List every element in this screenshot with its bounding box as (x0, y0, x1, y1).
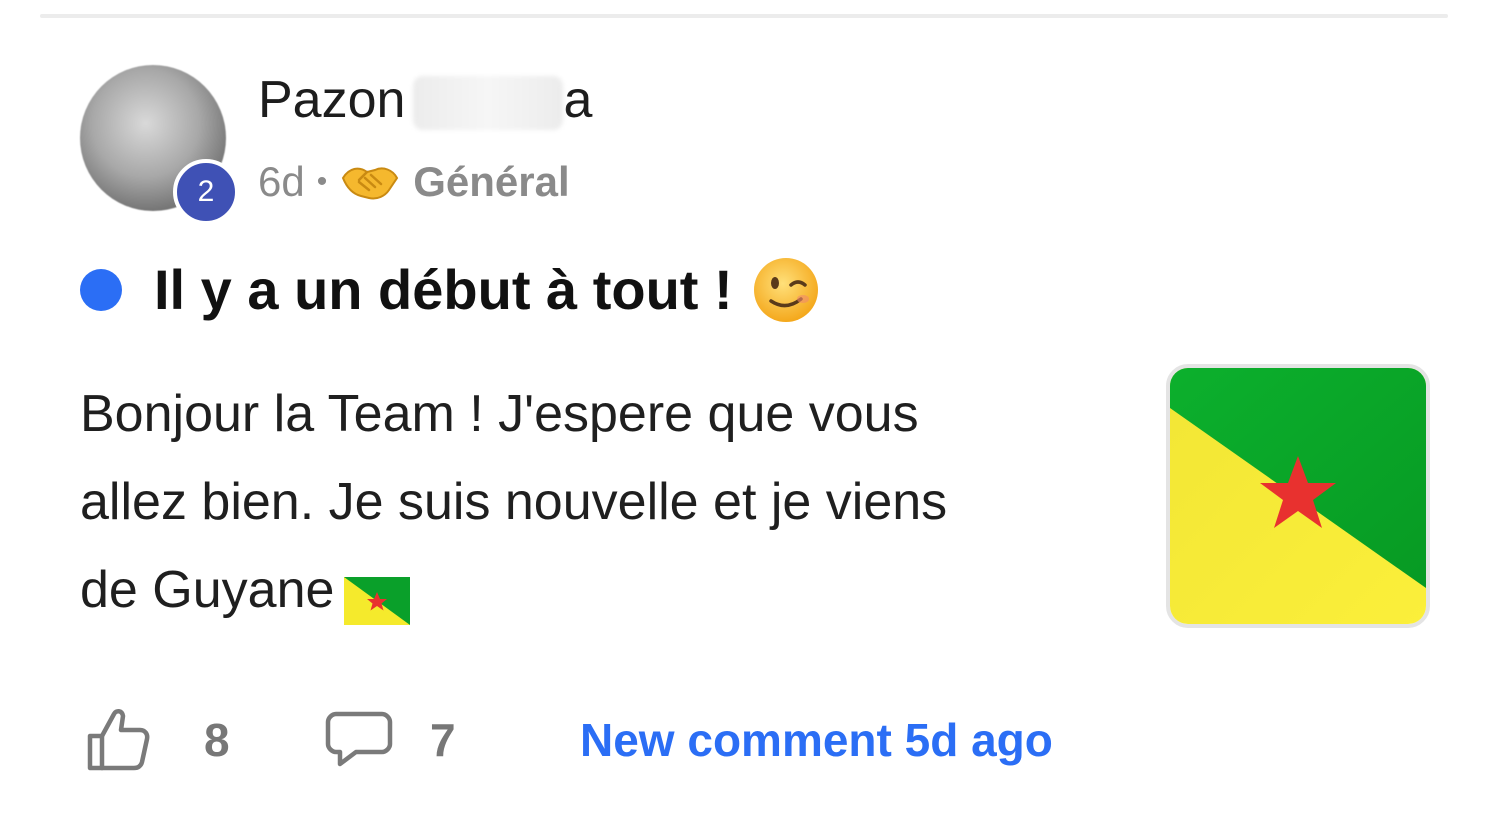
post-body[interactable]: Bonjour la Team ! J'espere que vous alle… (80, 370, 1100, 634)
unread-indicator (80, 269, 122, 311)
body-line-text: de Guyane (80, 561, 335, 619)
french-guiana-flag-icon (344, 564, 411, 626)
comment-bubble-icon[interactable] (324, 708, 394, 770)
divider (40, 14, 1448, 18)
author-avatar-group[interactable]: 2 (80, 65, 239, 225)
post-meta: 6d • Général (258, 156, 570, 208)
post-actions: 8 7 New comment 5d ago (80, 700, 1180, 780)
comment-count: 7 (430, 714, 456, 766)
name-redaction (413, 76, 564, 131)
author-name-trailing: a (563, 71, 593, 129)
level-badge: 2 (173, 159, 239, 225)
new-comment-link[interactable]: New comment 5d ago (580, 710, 1053, 770)
wink-icon (751, 255, 821, 325)
handshake-icon (339, 160, 401, 204)
author-name[interactable]: Pazon a (258, 70, 593, 131)
post-title[interactable]: Il y a un début à tout ! (154, 257, 733, 323)
author-name-text: Pazon (258, 71, 406, 129)
post-thumbnail[interactable] (1166, 364, 1430, 628)
meta-separator: • (316, 165, 328, 198)
post-age: 6d (258, 158, 305, 205)
body-line: de Guyane (80, 546, 1100, 634)
category-link[interactable]: Général (413, 156, 569, 208)
french-guiana-flag-image (1170, 368, 1426, 624)
like-count: 8 (204, 714, 230, 766)
body-line: allez bien. Je suis nouvelle et je viens (80, 473, 948, 531)
body-line: Bonjour la Team ! J'espere que vous (80, 385, 919, 443)
post-card[interactable]: 2 Pazon a 6d • Général Il y a un début à … (0, 0, 1500, 838)
thumbs-up-icon[interactable] (82, 704, 152, 774)
post-title-row[interactable]: Il y a un début à tout ! (80, 255, 821, 325)
